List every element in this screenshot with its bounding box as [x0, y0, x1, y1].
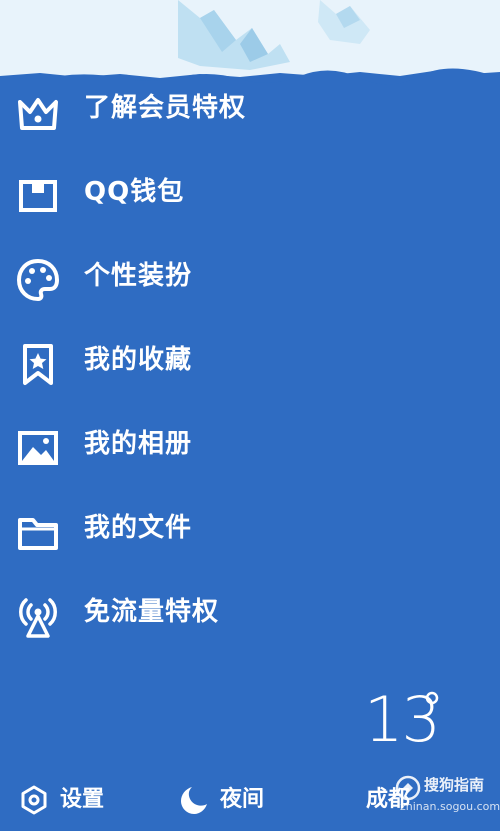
moon-icon: [178, 784, 210, 816]
menu-item-label: 个性装扮: [84, 261, 193, 291]
bookmark-star-icon: [14, 340, 62, 388]
menu-item-personalize[interactable]: 个性装扮: [0, 234, 500, 318]
watermark-url: zhinan.sogou.com: [400, 800, 500, 813]
menu-item-favorites[interactable]: 我的收藏: [0, 318, 500, 402]
menu-item-label: QQ钱包: [84, 177, 185, 207]
night-label: 夜间: [220, 787, 265, 812]
watermark-text: 搜狗指南: [424, 776, 485, 794]
watermark: 搜狗指南 zhinan.sogou.com: [394, 770, 500, 818]
menu-item-label: 我的收藏: [84, 345, 193, 375]
settings-hexagon-icon: [18, 784, 50, 816]
qq-drawer-screen: 了解会员特权 QQ钱包 个性装扮 我的收藏 我的相册 我的文件 免流量特权 13…: [0, 0, 500, 831]
wallet-icon: [14, 172, 62, 220]
night-mode-button[interactable]: 夜间: [178, 782, 274, 818]
menu-item-vip-privileges[interactable]: 了解会员特权: [0, 66, 500, 150]
image-icon: [14, 424, 62, 472]
menu-item-label: 了解会员特权: [84, 93, 247, 123]
sogou-guide-logo-icon: [395, 775, 421, 801]
signal-tower-icon: [14, 592, 62, 640]
settings-button[interactable]: 设置: [18, 782, 114, 818]
settings-label: 设置: [60, 787, 105, 812]
menu-item-label: 免流量特权: [84, 597, 220, 627]
menu-item-album[interactable]: 我的相册: [0, 402, 500, 486]
menu-item-label: 我的相册: [84, 429, 193, 459]
palette-icon: [14, 256, 62, 304]
degree-icon: [425, 691, 439, 705]
menu-item-files[interactable]: 我的文件: [0, 486, 500, 570]
menu-item-label: 我的文件: [84, 513, 193, 543]
crown-icon: [14, 88, 62, 136]
menu-item-free-data[interactable]: 免流量特权: [0, 570, 500, 654]
menu-item-qq-wallet[interactable]: QQ钱包: [0, 150, 500, 234]
folder-icon: [14, 508, 62, 556]
